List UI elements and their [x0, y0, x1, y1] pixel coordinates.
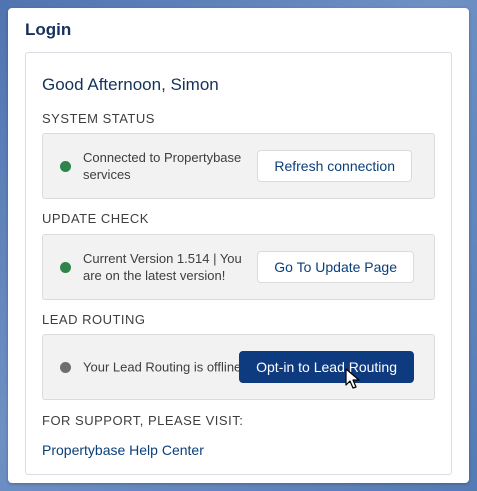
update-check-panel: Current Version 1.514 | You are on the l… — [42, 234, 435, 300]
status-dot-icon — [60, 362, 71, 373]
system-status-text: Connected to Propertybase services — [83, 150, 242, 182]
help-center-link[interactable]: Propertybase Help Center — [42, 442, 204, 458]
greeting: Good Afternoon, Simon — [42, 75, 219, 94]
system-status-panel: Connected to Propertybase services Refre… — [42, 133, 435, 199]
support-label: FOR SUPPORT, PLEASE VISIT: — [42, 413, 244, 428]
lead-routing-label: LEAD ROUTING — [42, 312, 146, 327]
refresh-connection-button[interactable]: Refresh connection — [257, 150, 412, 182]
update-check-label: UPDATE CHECK — [42, 211, 149, 226]
update-status-text: Current Version 1.514 | You are on the l… — [83, 251, 242, 283]
status-dot-icon — [60, 161, 71, 172]
login-panel: Good Afternoon, Simon SYSTEM STATUS Conn… — [25, 52, 452, 475]
lead-routing-panel: Your Lead Routing is offline Opt-in to L… — [42, 334, 435, 400]
go-to-update-page-button[interactable]: Go To Update Page — [257, 251, 414, 283]
status-dot-icon — [60, 262, 71, 273]
opt-in-lead-routing-button[interactable]: Opt-in to Lead Routing — [239, 351, 414, 383]
login-card: Login Good Afternoon, Simon SYSTEM STATU… — [8, 8, 469, 483]
system-status-label: SYSTEM STATUS — [42, 111, 155, 126]
card-title: Login — [25, 20, 72, 39]
